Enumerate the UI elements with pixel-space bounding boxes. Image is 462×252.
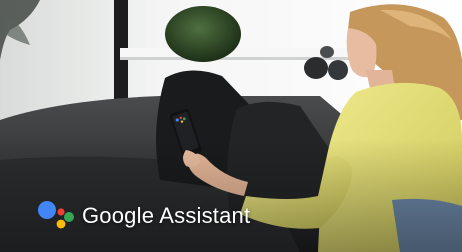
google-assistant-brand: Google Assistant <box>36 198 250 234</box>
ad-banner: Google Assistant <box>0 0 462 252</box>
brand-name: Google Assistant <box>82 203 251 228</box>
google-assistant-logo-icon <box>38 201 74 229</box>
